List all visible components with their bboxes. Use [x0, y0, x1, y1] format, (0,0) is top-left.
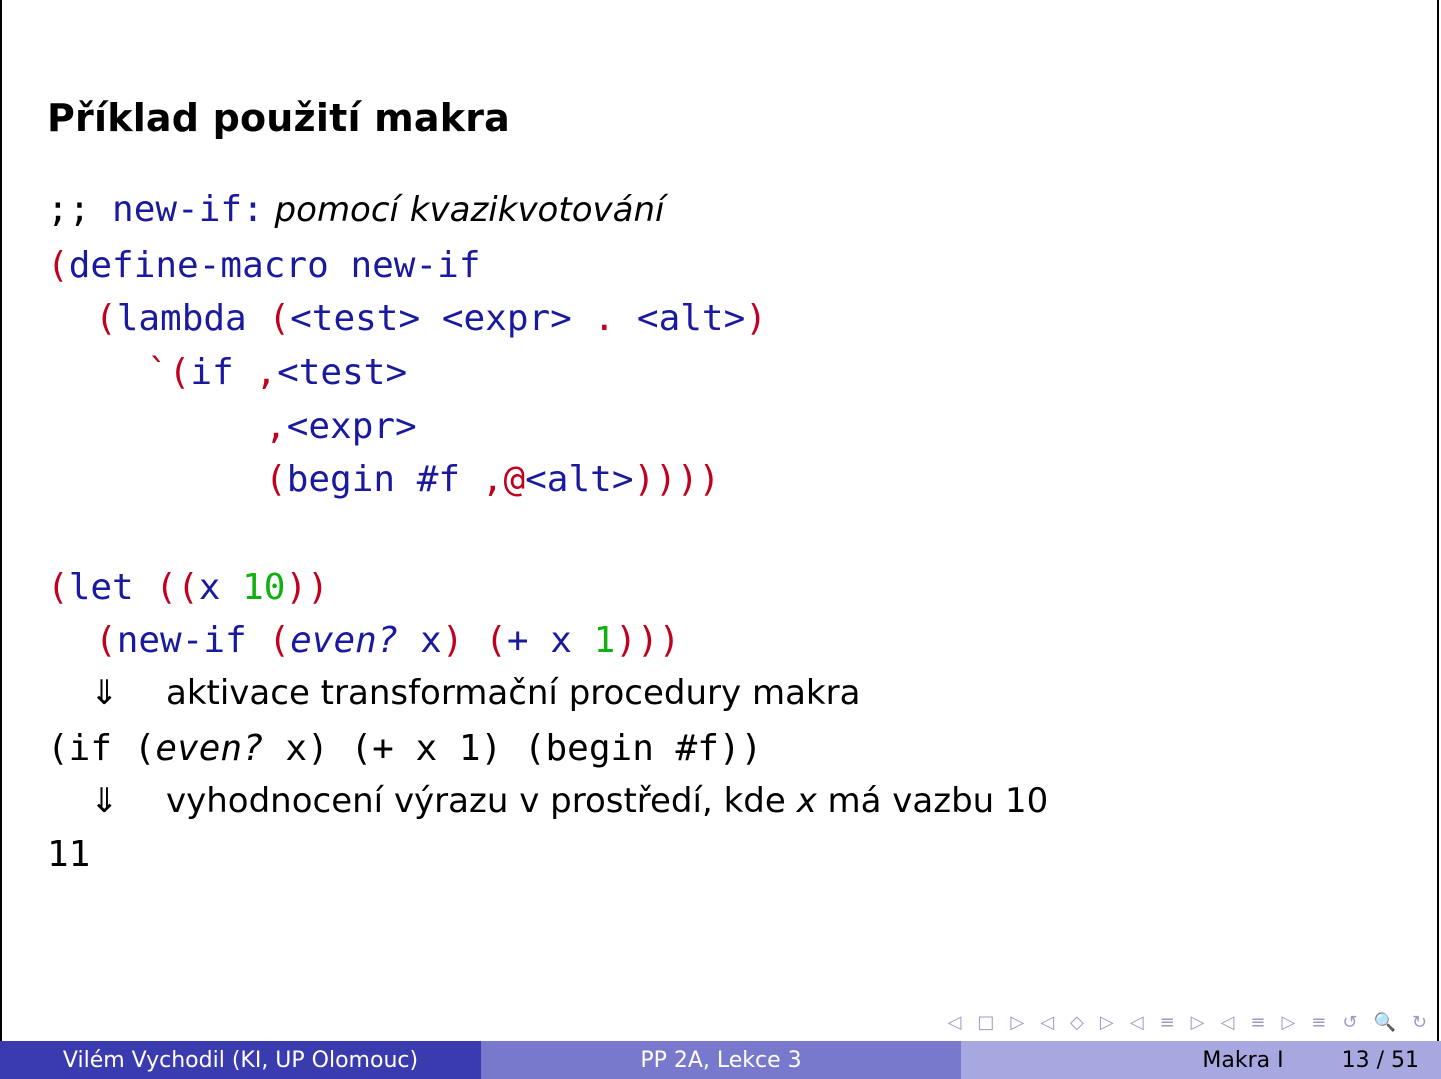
code-comment: ;; new-if: pomocí kvazikvotování	[47, 189, 665, 231]
beamer-navigation: ◁ □ ▷ ◁ ◇ ▷ ◁ ≡ ▷ ◁ ≡ ▷ ≡ ↺ 🔍 ↻	[948, 1008, 1428, 1036]
code-define-line-2: (lambda (<test> <expr> . <alt>)	[95, 298, 767, 339]
nav-prev-icon[interactable]: ◁	[1221, 1012, 1235, 1033]
step-2-text-b: má vazbu 10	[816, 781, 1049, 821]
nav-prev-icon[interactable]: ◁	[1130, 1012, 1144, 1033]
footer-course: PP 2A, Lekce 3	[481, 1041, 961, 1079]
slide-title: Příklad použití makra	[47, 96, 511, 140]
nav-subsection-icon[interactable]: ◇	[1070, 1012, 1084, 1033]
nav-frame-icon[interactable]: □	[977, 1012, 994, 1033]
nav-forward-icon[interactable]: ↻	[1412, 1012, 1427, 1033]
double-down-arrow-icon: ⇓	[90, 673, 119, 713]
code-define-line-1: (define-macro new-if	[47, 245, 481, 286]
nav-prev-icon[interactable]: ◁	[1040, 1012, 1054, 1033]
nav-appendix-icon[interactable]: ≡	[1311, 1012, 1326, 1033]
nav-next-icon[interactable]: ▷	[1281, 1012, 1295, 1033]
slide-footer: Vilém Vychodil (KI, UP Olomouc) PP 2A, L…	[0, 1041, 1441, 1079]
footer-section: Makra I	[1202, 1047, 1284, 1073]
slide-frame	[0, 0, 1439, 1041]
code-define-line-3: `(if ,<test>	[147, 352, 408, 393]
step-1: ⇓ aktivace transformační procedury makra	[90, 673, 860, 713]
nav-document-icon[interactable]: ≡	[1250, 1012, 1265, 1033]
code-define-line-4: ,<expr>	[265, 406, 417, 447]
step-2-variable: x	[796, 781, 817, 821]
nav-section-icon[interactable]: ≡	[1160, 1012, 1175, 1033]
nav-back-icon[interactable]: ↺	[1342, 1012, 1357, 1033]
nav-next-icon[interactable]: ▷	[1191, 1012, 1205, 1033]
nav-prev-icon[interactable]: ◁	[948, 1012, 962, 1033]
comment-text: pomocí kvazikvotování	[263, 190, 665, 230]
nav-search-icon[interactable]: 🔍	[1373, 1012, 1395, 1033]
step-2: ⇓ vyhodnocení výrazu v prostředí, kde x m…	[90, 781, 1048, 821]
footer-page-number: 13 / 51	[1341, 1047, 1419, 1073]
code-let-line-1: (let ((x 10))	[47, 567, 329, 608]
result-value: 11	[47, 834, 91, 875]
footer-author: Vilém Vychodil (KI, UP Olomouc)	[0, 1041, 481, 1079]
code-define-line-5: (begin #f ,@<alt>))))	[265, 459, 721, 500]
nav-next-icon[interactable]: ▷	[1100, 1012, 1114, 1033]
footer-right: Makra I 13 / 51	[961, 1041, 1441, 1079]
code-let-line-2: (new-if (even? x) (+ x 1)))	[95, 620, 681, 661]
step-2-text-a: vyhodnocení výrazu v prostředí, kde	[166, 781, 797, 821]
expansion-code: (if (even? x) (+ x 1) (begin #f))	[47, 728, 763, 769]
step-1-text: aktivace transformační procedury makra	[166, 673, 861, 713]
comment-identifier: new-if:	[112, 189, 264, 230]
nav-next-icon[interactable]: ▷	[1010, 1012, 1024, 1033]
comment-prefix: ;;	[47, 189, 113, 230]
double-down-arrow-icon: ⇓	[90, 781, 119, 821]
